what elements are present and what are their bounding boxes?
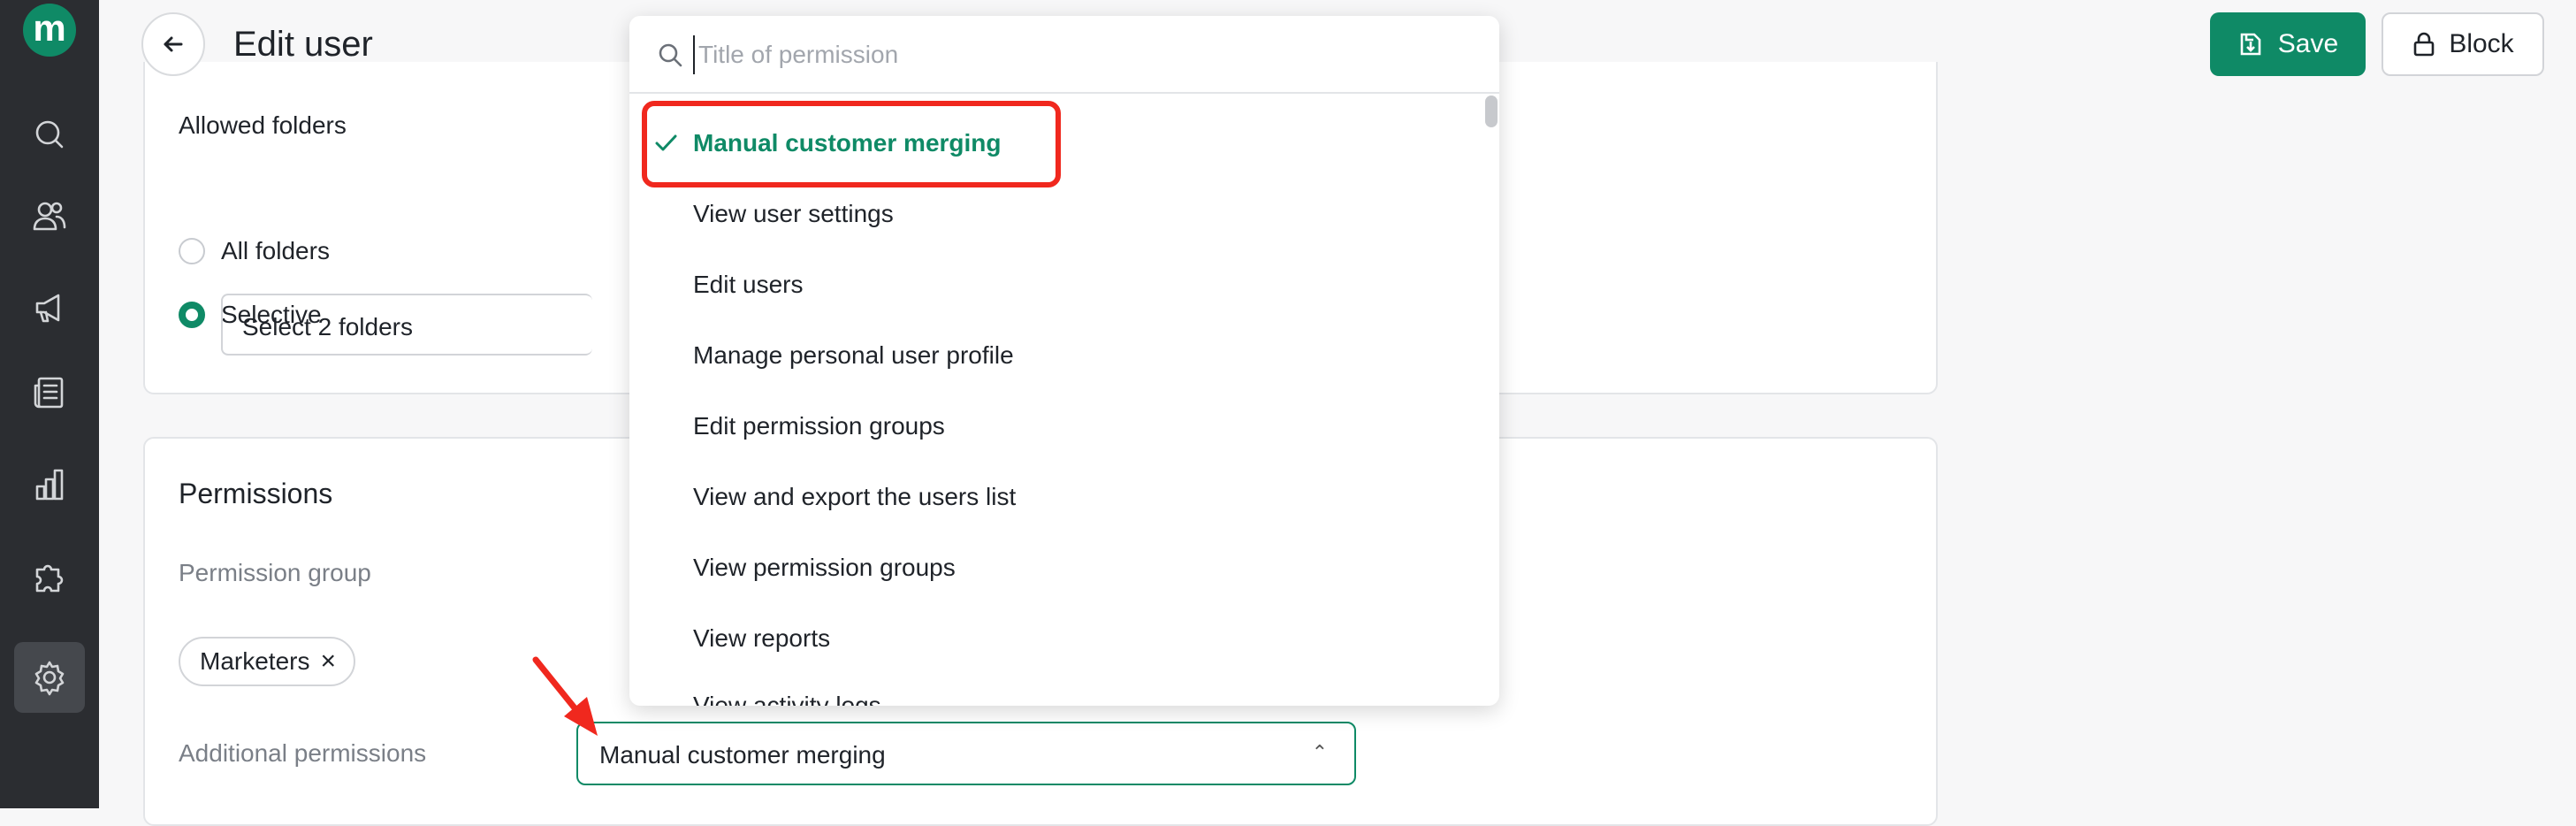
search-icon [35, 120, 64, 149]
lock-icon [2414, 32, 2435, 57]
dropdown-item[interactable]: Manage personal user profile [693, 341, 1014, 370]
arrow-left-icon [164, 36, 183, 52]
page-title: Edit user [233, 25, 373, 64]
dropdown-item[interactable]: View user settings [693, 200, 894, 228]
additional-permissions-label: Additional permissions [179, 739, 427, 767]
radio-all-folders[interactable]: All folders [179, 237, 330, 265]
sidebar: m [0, 0, 99, 808]
check-icon [655, 134, 677, 151]
sidebar-item-campaigns[interactable] [14, 272, 85, 343]
app-logo[interactable]: m [23, 4, 76, 57]
block-label: Block [2449, 29, 2514, 58]
main-area: Allowed folders All folders Selective Se… [99, 0, 2576, 826]
close-icon[interactable]: × [320, 646, 336, 677]
save-label: Save [2277, 29, 2339, 58]
save-button[interactable]: Save [2210, 12, 2366, 76]
save-icon [2240, 33, 2261, 56]
dropdown-item[interactable]: View and export the users list [693, 483, 1016, 511]
sidebar-item-settings[interactable] [14, 642, 85, 713]
permissions-heading: Permissions [179, 478, 333, 509]
permission-group-chip: Marketers × [179, 637, 355, 686]
dropdown-item[interactable]: Edit permission groups [693, 412, 945, 440]
permissions-dropdown: Manual customer merging View user settin… [629, 16, 1499, 706]
annotation-arrow [532, 656, 598, 736]
permission-search-input[interactable] [693, 35, 1453, 74]
megaphone-icon [35, 294, 60, 323]
puzzle-icon [35, 564, 64, 593]
dropdown-item[interactable]: View reports [693, 624, 830, 653]
users-icon [33, 202, 66, 231]
radio-button-checked[interactable] [179, 302, 205, 328]
chevron-up-icon: ⌃ [1311, 741, 1328, 763]
dropdown-item[interactable]: View permission groups [693, 554, 956, 582]
back-button[interactable] [141, 12, 205, 76]
dropdown-item-selected[interactable]: Manual customer merging [693, 129, 1002, 157]
dropdown-scrollbar[interactable] [1485, 96, 1498, 127]
block-button[interactable]: Block [2382, 12, 2544, 76]
sidebar-item-search[interactable] [14, 99, 85, 170]
allowed-folders-heading: Allowed folders [179, 111, 347, 139]
bar-chart-icon [35, 469, 64, 501]
sidebar-item-users[interactable] [14, 180, 85, 251]
newspaper-icon [34, 377, 64, 409]
search-icon [659, 43, 682, 67]
sidebar-item-integrations[interactable] [14, 543, 85, 614]
radio-button[interactable] [179, 238, 205, 264]
dropdown-item[interactable]: Edit users [693, 271, 804, 299]
radio-label: All folders [221, 237, 330, 264]
dropdown-search [629, 16, 1499, 94]
folders-select[interactable]: Select 2 folders [221, 294, 592, 356]
chip-label: Marketers [200, 647, 310, 675]
dropdown-item-partial[interactable]: View activity logs [693, 681, 881, 706]
permission-group-label: Permission group [179, 559, 371, 586]
sidebar-item-analytics[interactable] [14, 449, 85, 520]
sidebar-item-content[interactable] [14, 357, 85, 428]
select-value: Manual customer merging [599, 741, 886, 769]
gear-icon [34, 661, 65, 696]
additional-permissions-select[interactable]: Manual customer merging ⌃ [576, 722, 1356, 785]
